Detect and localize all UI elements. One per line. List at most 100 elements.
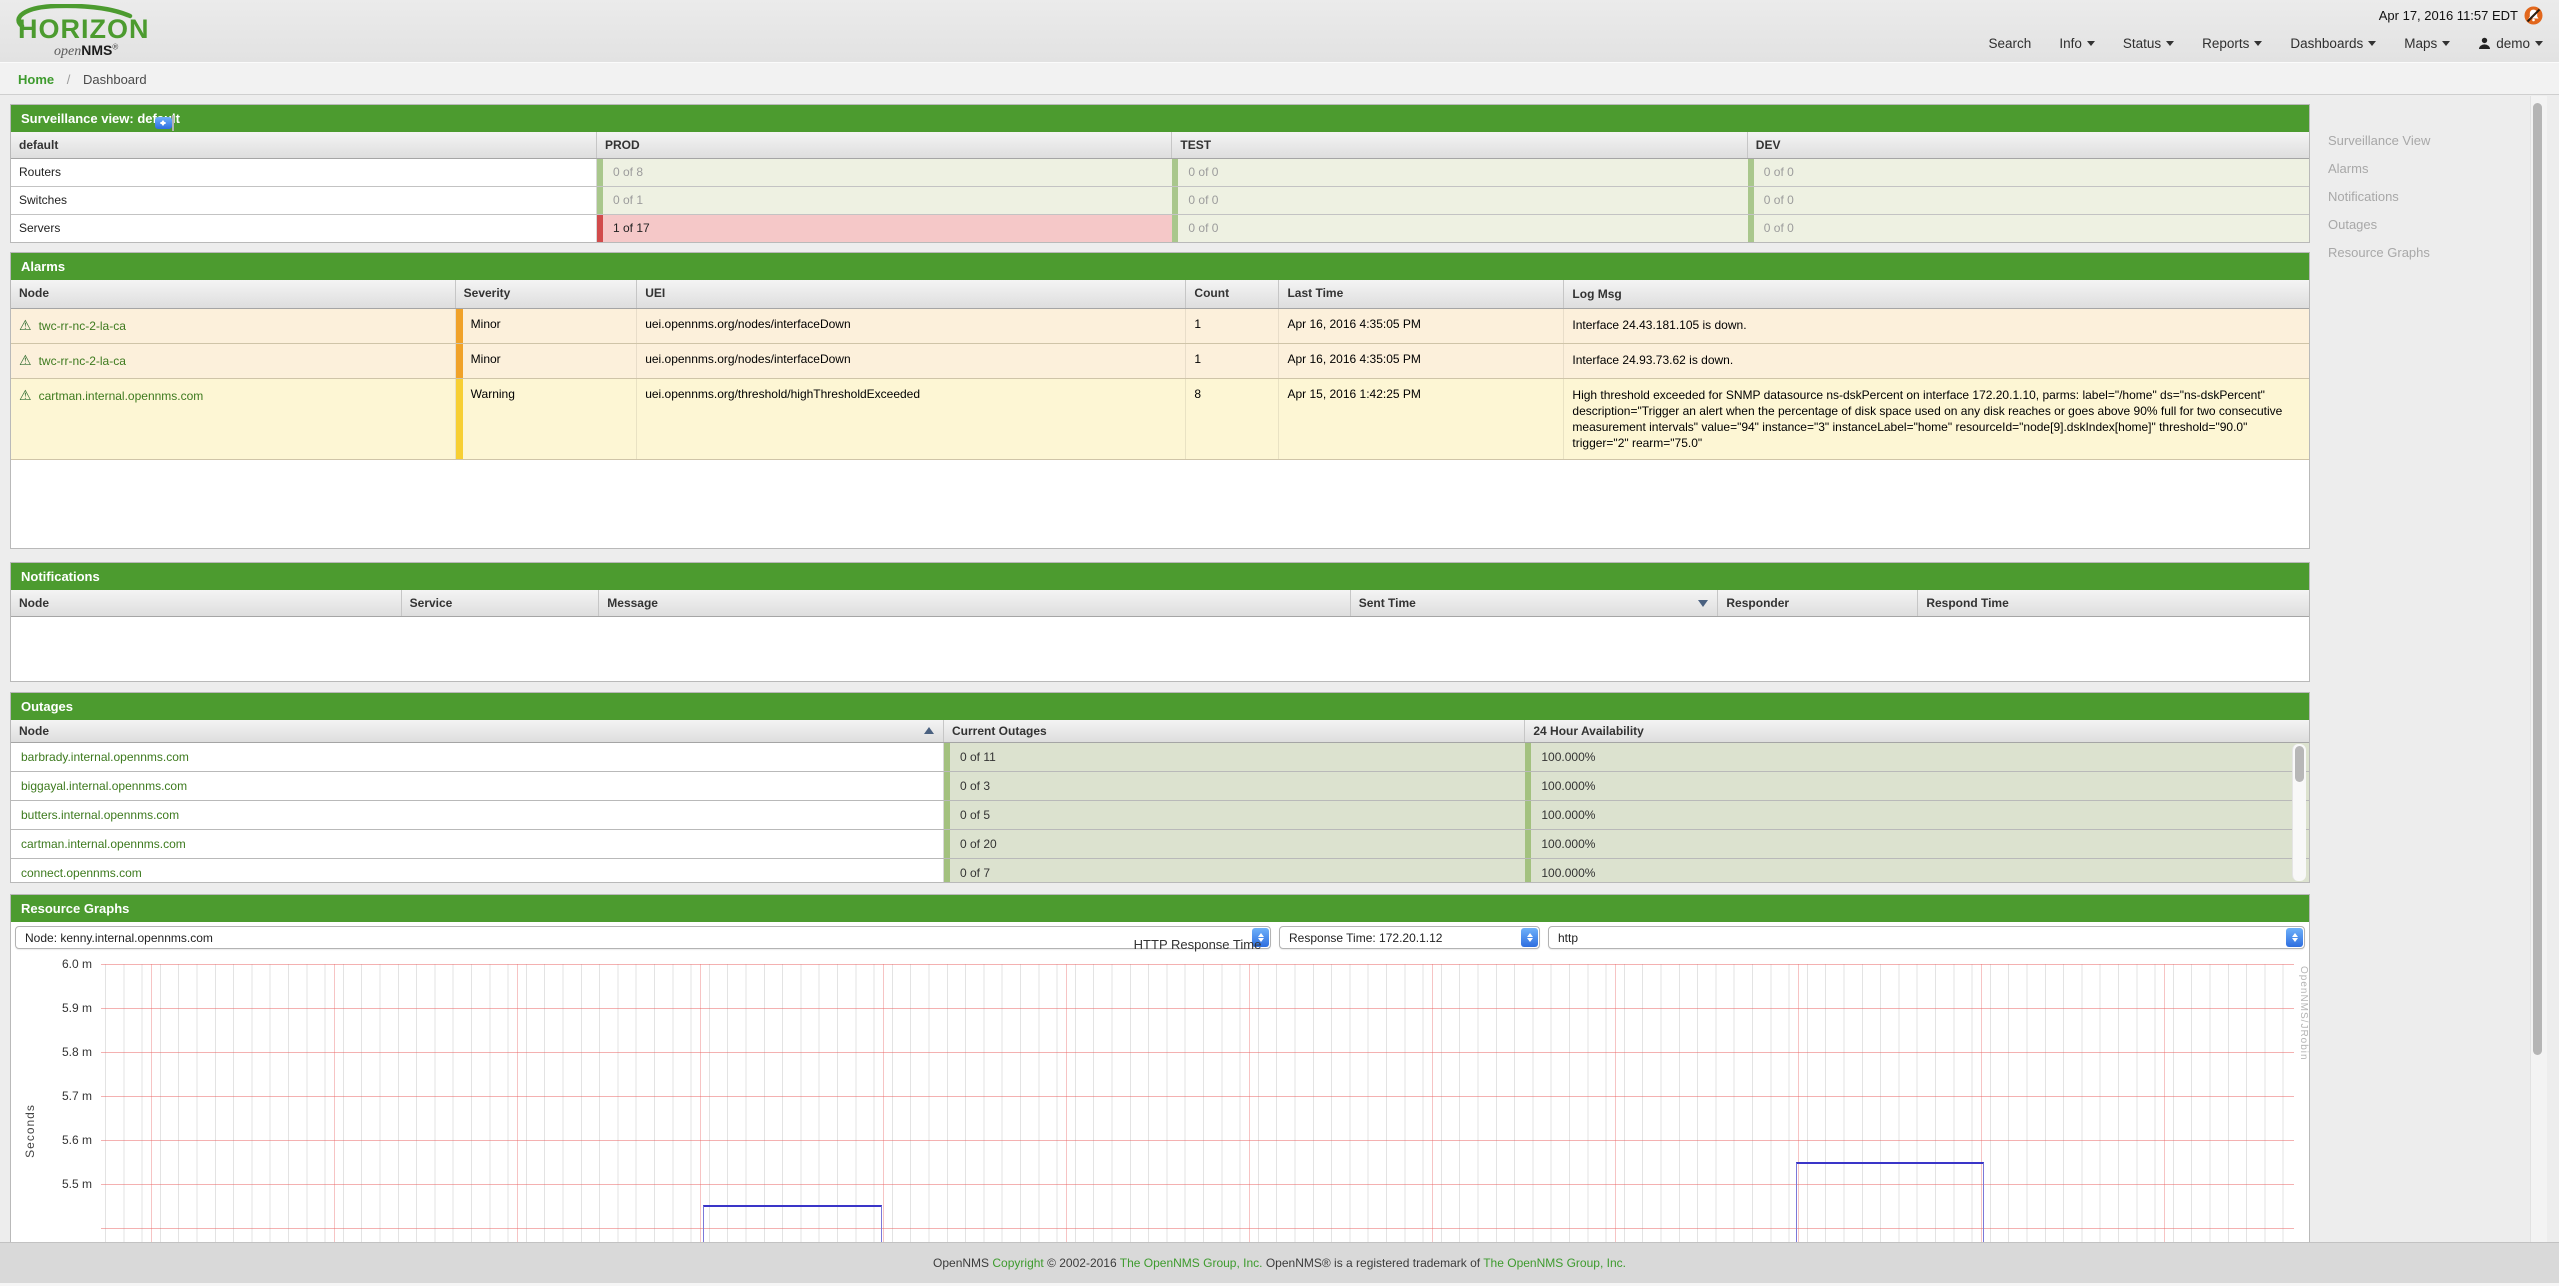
y-axis-tick: 5.7 m xyxy=(37,1089,92,1103)
nav-status[interactable]: Status xyxy=(2123,36,2174,51)
outage-node-link[interactable]: butters.internal.opennms.com xyxy=(21,808,179,822)
footer-text: © 2002-2016 xyxy=(1044,1256,1120,1270)
surveillance-view-selector[interactable]: default xyxy=(172,115,174,131)
column-header-24h-availability[interactable]: 24 Hour Availability xyxy=(1525,720,2309,742)
nav-maps[interactable]: Maps xyxy=(2404,36,2450,51)
outage-node-link[interactable]: biggayal.internal.opennms.com xyxy=(21,779,187,793)
page-scrollbar-thumb[interactable] xyxy=(2533,103,2542,1055)
alarm-log-msg-cell: Interface 24.93.73.62 is down. xyxy=(1564,344,2309,378)
footer-text: OpenNMS xyxy=(933,1256,992,1270)
node-label: Node xyxy=(19,724,49,738)
column-header-log-msg[interactable]: Log Msg xyxy=(1564,280,2309,308)
surveillance-category: Servers xyxy=(11,215,597,242)
alarm-node-link[interactable]: twc-rr-nc-2-la-ca xyxy=(39,319,126,333)
chevron-down-icon xyxy=(2535,41,2543,46)
alarm-node-link[interactable]: twc-rr-nc-2-la-ca xyxy=(39,354,126,368)
nav-status-label: Status xyxy=(2123,36,2161,51)
sidebar-item-surveillance-view[interactable]: Surveillance View xyxy=(2328,127,2430,155)
y-axis-tick: 5.8 m xyxy=(37,1045,92,1059)
user-icon xyxy=(2478,37,2491,50)
alarm-node-cell: twc-rr-nc-2-la-ca xyxy=(11,344,456,378)
column-header-sent-time[interactable]: Sent Time xyxy=(1351,590,1719,616)
nav-dashboards[interactable]: Dashboards xyxy=(2290,36,2376,51)
outage-node-cell: butters.internal.opennms.com xyxy=(11,801,944,829)
notifications-panel-title: Notifications xyxy=(11,563,2309,590)
column-header-uei[interactable]: UEI xyxy=(637,280,1186,308)
chevron-down-icon xyxy=(2442,41,2450,46)
warning-triangle-icon xyxy=(19,352,32,368)
chart-plot: 6.0 m 5.9 m 5.8 m 5.7 m 5.6 m 5.5 m Seco… xyxy=(101,964,2294,1246)
footer-copyright-link[interactable]: Copyright xyxy=(992,1256,1043,1270)
chevron-down-icon xyxy=(2254,41,2262,46)
surveillance-cell[interactable]: 0 of 1 xyxy=(597,187,1172,214)
logo-nms-text: NMS xyxy=(81,42,112,58)
sidebar-item-resource-graphs[interactable]: Resource Graphs xyxy=(2328,239,2430,267)
footer-group-link[interactable]: The OpenNMS Group, Inc. xyxy=(1120,1256,1263,1270)
alarms-panel: Alarms Node Severity UEI Count Last Time… xyxy=(10,252,2310,549)
outage-current-cell: 0 of 5 xyxy=(944,801,1525,829)
surveillance-cell[interactable]: 0 of 0 xyxy=(1172,215,1747,242)
nav-reports[interactable]: Reports xyxy=(2202,36,2262,51)
surveillance-cell[interactable]: 0 of 0 xyxy=(1748,215,2309,242)
column-header-responder[interactable]: Responder xyxy=(1718,590,1918,616)
surveillance-cell-critical[interactable]: 1 of 17 xyxy=(597,215,1172,242)
column-header-node[interactable]: Node xyxy=(11,720,944,742)
outage-node-link[interactable]: cartman.internal.opennms.com xyxy=(21,837,186,851)
column-header-current-outages[interactable]: Current Outages xyxy=(944,720,1525,742)
column-header-node[interactable]: Node xyxy=(11,590,402,616)
horizon-opennms-logo[interactable]: HORIZON openNMS® xyxy=(14,4,144,60)
outage-node-link[interactable]: connect.opennms.com xyxy=(21,866,142,880)
column-header-count[interactable]: Count xyxy=(1186,280,1279,308)
nav-search[interactable]: Search xyxy=(1989,36,2032,51)
column-header-last-time[interactable]: Last Time xyxy=(1279,280,1564,308)
outage-node-cell: biggayal.internal.opennms.com xyxy=(11,772,944,800)
alarm-row: twc-rr-nc-2-la-ca Minor uei.opennms.org/… xyxy=(11,309,2309,344)
breadcrumb-home-link[interactable]: Home xyxy=(18,72,54,87)
outage-current-cell: 0 of 3 xyxy=(944,772,1525,800)
sidebar-item-notifications[interactable]: Notifications xyxy=(2328,183,2430,211)
alarm-severity-cell: Warning xyxy=(456,379,638,459)
nav-user-menu[interactable]: demo xyxy=(2478,36,2543,51)
surveillance-cell[interactable]: 0 of 0 xyxy=(1748,187,2309,214)
sent-time-label: Sent Time xyxy=(1359,596,1416,610)
nav-dashboards-label: Dashboards xyxy=(2290,36,2363,51)
alarm-uei-cell: uei.opennms.org/threshold/highThresholdE… xyxy=(637,379,1186,459)
nav-info[interactable]: Info xyxy=(2059,36,2095,51)
outages-scrollbar-track xyxy=(2292,744,2306,881)
outage-availability-cell: 100.000% xyxy=(1525,772,2309,800)
column-header-message[interactable]: Message xyxy=(599,590,1350,616)
sidebar-item-outages[interactable]: Outages xyxy=(2328,211,2430,239)
outage-node-link[interactable]: barbrady.internal.opennms.com xyxy=(21,750,189,764)
alarm-count-cell: 8 xyxy=(1186,379,1279,459)
select-stepper-icon xyxy=(155,117,172,129)
breadcrumb: Home / Dashboard xyxy=(0,62,2559,95)
surveillance-cell[interactable]: 0 of 0 xyxy=(1748,159,2309,186)
footer-group-link[interactable]: The OpenNMS Group, Inc. xyxy=(1483,1256,1626,1270)
resource-graphs-panel-title: Resource Graphs xyxy=(11,895,2309,922)
outages-scrollbar-thumb[interactable] xyxy=(2295,746,2304,782)
surveillance-cell[interactable]: 0 of 0 xyxy=(1172,187,1747,214)
outage-availability-cell: 100.000% xyxy=(1525,830,2309,858)
y-axis-tick: 5.5 m xyxy=(37,1177,92,1191)
column-header-respond-time[interactable]: Respond Time xyxy=(1918,590,2309,616)
outages-table-header: Node Current Outages 24 Hour Availabilit… xyxy=(11,720,2309,743)
surveillance-cell[interactable]: 0 of 8 xyxy=(597,159,1172,186)
column-header-service[interactable]: Service xyxy=(402,590,600,616)
footer-text: OpenNMS® is a registered trademark of xyxy=(1263,1256,1484,1270)
alarm-uei-cell: uei.opennms.org/nodes/interfaceDown xyxy=(637,344,1186,378)
column-header-severity[interactable]: Severity xyxy=(456,280,638,308)
sidebar-item-alarms[interactable]: Alarms xyxy=(2328,155,2430,183)
surveillance-cell[interactable]: 0 of 0 xyxy=(1172,159,1747,186)
notices-off-indicator-icon[interactable] xyxy=(2524,6,2543,25)
alarm-count-cell: 1 xyxy=(1186,309,1279,343)
notifications-panel: Notifications Node Service Message Sent … xyxy=(10,562,2310,682)
alarm-count-cell: 1 xyxy=(1186,344,1279,378)
surveillance-panel-title: Surveillance view: default default xyxy=(11,105,2309,132)
column-header-default: default xyxy=(11,132,597,158)
resource-graphs-panel: Resource Graphs Node: kenny.internal.ope… xyxy=(10,894,2310,1246)
surveillance-category: Switches xyxy=(11,187,597,214)
alarm-node-link[interactable]: cartman.internal.opennms.com xyxy=(39,389,204,403)
chevron-down-icon xyxy=(2368,41,2376,46)
chart-watermark: OpenNMS/JRobin xyxy=(2298,966,2309,1061)
column-header-node[interactable]: Node xyxy=(11,280,456,308)
